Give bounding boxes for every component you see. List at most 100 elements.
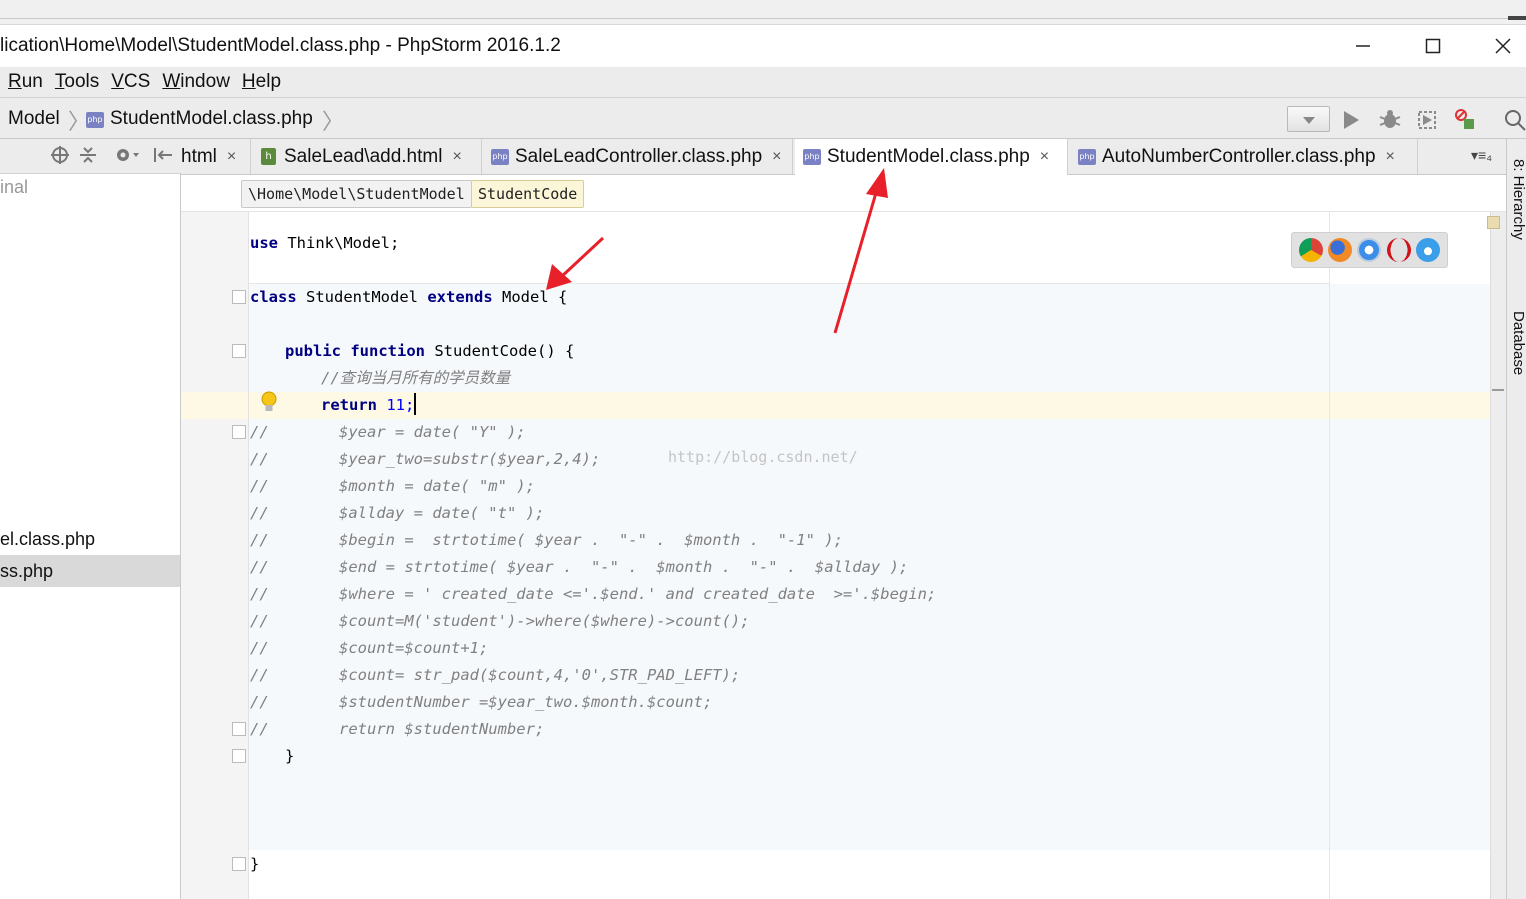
- close-tab-icon[interactable]: ×: [772, 148, 781, 166]
- lightbulb-icon[interactable]: [259, 390, 279, 420]
- breadcrumb-method[interactable]: StudentCode: [471, 180, 585, 208]
- comment-prefix: //: [250, 666, 269, 684]
- keyword-function: function: [350, 342, 425, 360]
- code-text: StudentCode() {: [425, 342, 575, 360]
- code-text: Think\Model;: [278, 234, 400, 252]
- internet-explorer-icon[interactable]: [1416, 238, 1441, 262]
- maximize-icon[interactable]: [1398, 25, 1468, 67]
- fold-marker[interactable]: [232, 749, 246, 763]
- tab-studentmodel[interactable]: php StudentModel.class.php ×: [795, 139, 1068, 175]
- menu-window[interactable]: Window: [162, 71, 230, 93]
- tab-autonumber-controller[interactable]: php AutoNumberController.class.php ×: [1070, 139, 1418, 174]
- code-header-region: [249, 212, 1329, 284]
- background-bar: [1508, 16, 1526, 20]
- menu-vcs[interactable]: VCS: [111, 71, 150, 93]
- settings-gear-glyph: [117, 149, 139, 161]
- database-tool-button[interactable]: Database: [1510, 311, 1526, 375]
- menu-tools-rest: ools: [64, 71, 100, 92]
- close-tab-icon[interactable]: ×: [1386, 148, 1395, 166]
- code-text: Model {: [492, 288, 568, 306]
- text-cursor: [414, 393, 417, 415]
- tree-item-model-file[interactable]: el.class.php: [0, 523, 180, 555]
- debug-icon[interactable]: [1377, 107, 1403, 133]
- tab-label: StudentModel.class.php: [827, 146, 1030, 167]
- comment-prefix: //: [250, 585, 269, 603]
- fold-marker[interactable]: [232, 722, 246, 736]
- menu-run[interactable]: Run: [8, 71, 43, 93]
- editor-tab-bar: html × h SaleLead\add.html × php SaleLeadCon…: [181, 139, 1506, 175]
- menu-vcs-rest: CS: [123, 71, 151, 92]
- menu-bar: Run Tools VCS Window Help: [0, 67, 1526, 98]
- coverage-icon[interactable]: [1414, 107, 1440, 133]
- tree-item-selected-file[interactable]: ss.php: [0, 555, 180, 587]
- menu-window-rest: indow: [180, 71, 230, 92]
- tab-overflow-icon[interactable]: ▾≡₄: [1471, 147, 1492, 164]
- project-panel: inal el.class.php ss.php: [0, 139, 181, 899]
- tree-item-dimmed[interactable]: inal: [0, 177, 28, 198]
- menu-tools-mnemonic: T: [54, 71, 65, 92]
- fold-marker[interactable]: [232, 290, 246, 304]
- php-file-icon: php: [86, 112, 104, 128]
- comment-line-5: $begin = strtotime( $year . "-" . $month…: [339, 531, 843, 549]
- comment-line-12: return $studentNumber;: [339, 720, 545, 738]
- watermark-text: http://blog.csdn.net/: [668, 448, 858, 466]
- debug-glyph: [1379, 110, 1401, 128]
- comment-prefix: //: [250, 612, 269, 630]
- php-file-icon: php: [803, 149, 821, 165]
- menu-help-rest: elp: [255, 71, 282, 92]
- locate-icon[interactable]: [50, 145, 70, 171]
- nav-crumb-model[interactable]: Model: [8, 108, 60, 130]
- stop-debug-icon[interactable]: [1452, 107, 1478, 133]
- breadcrumb-class-path[interactable]: \Home\Model\StudentModel: [241, 180, 472, 208]
- firefox-icon[interactable]: [1328, 238, 1353, 262]
- close-icon[interactable]: [1468, 25, 1526, 67]
- tab-label: AutoNumberController.class.php: [1102, 145, 1376, 167]
- fold-marker[interactable]: [232, 344, 246, 358]
- comment-line-1: $year = date( "Y" );: [339, 423, 526, 441]
- project-panel-toolbar: [0, 139, 181, 174]
- keyword-class: class: [250, 288, 297, 306]
- hide-panel-glyph: [154, 148, 172, 162]
- tab-salelead-add[interactable]: h SaleLead\add.html ×: [253, 139, 482, 174]
- scrollbar-marker[interactable]: [1492, 389, 1504, 391]
- editor-gutter: [181, 212, 249, 899]
- run-icon[interactable]: [1338, 107, 1364, 133]
- search-glyph: [1505, 110, 1526, 131]
- menu-window-mnemonic: W: [162, 71, 181, 92]
- locate-glyph: [51, 146, 69, 164]
- nav-crumb-file-label: StudentModel.class.php: [110, 108, 313, 129]
- opera-icon[interactable]: [1386, 238, 1411, 262]
- tab-salelead-controller[interactable]: php SaleLeadController.class.php ×: [483, 139, 793, 174]
- nav-crumb-file[interactable]: php StudentModel.class.php: [86, 108, 313, 130]
- code-line-function: public function StudentCode() {: [285, 338, 574, 365]
- close-tab-icon[interactable]: ×: [452, 148, 461, 166]
- close-tab-icon[interactable]: ×: [1040, 148, 1049, 166]
- fold-marker[interactable]: [232, 425, 246, 439]
- search-icon[interactable]: [1502, 107, 1526, 133]
- close-tab-icon[interactable]: ×: [227, 148, 236, 166]
- menu-tools[interactable]: Tools: [55, 71, 99, 93]
- collapse-all-icon[interactable]: [78, 145, 98, 171]
- minimize-icon[interactable]: [1328, 25, 1398, 67]
- inspection-status-icon[interactable]: [1487, 216, 1500, 229]
- run-config-dropdown[interactable]: [1287, 106, 1330, 132]
- code-line-comment-cn: //查询当月所有的学员数量: [321, 369, 511, 387]
- keyword-public: public: [285, 342, 341, 360]
- coverage-glyph: [1418, 111, 1436, 129]
- menu-help[interactable]: Help: [242, 71, 281, 93]
- code-line-close-method: }: [285, 747, 295, 765]
- hierarchy-tool-button[interactable]: 8: Hierarchy: [1510, 159, 1526, 240]
- settings-gear-icon[interactable]: [114, 145, 140, 171]
- window-title: lication\Home\Model\StudentModel.class.p…: [0, 35, 561, 56]
- hide-panel-icon[interactable]: [152, 145, 174, 171]
- code-editor[interactable]: \Home\Model\StudentModel StudentCode use…: [181, 176, 1506, 899]
- editor-scrollbar[interactable]: [1490, 212, 1506, 899]
- safari-icon[interactable]: [1357, 238, 1382, 262]
- chrome-icon[interactable]: [1298, 238, 1323, 262]
- tab-html[interactable]: html ×: [181, 139, 251, 174]
- comment-line-2: $year_two=substr($year,2,4);: [339, 450, 601, 468]
- menu-help-mnemonic: H: [241, 71, 256, 92]
- fold-marker[interactable]: [232, 857, 246, 871]
- gutter-divider: [248, 212, 249, 899]
- comment-line-11: $studentNumber =$year_two.$month.$count;: [339, 693, 713, 711]
